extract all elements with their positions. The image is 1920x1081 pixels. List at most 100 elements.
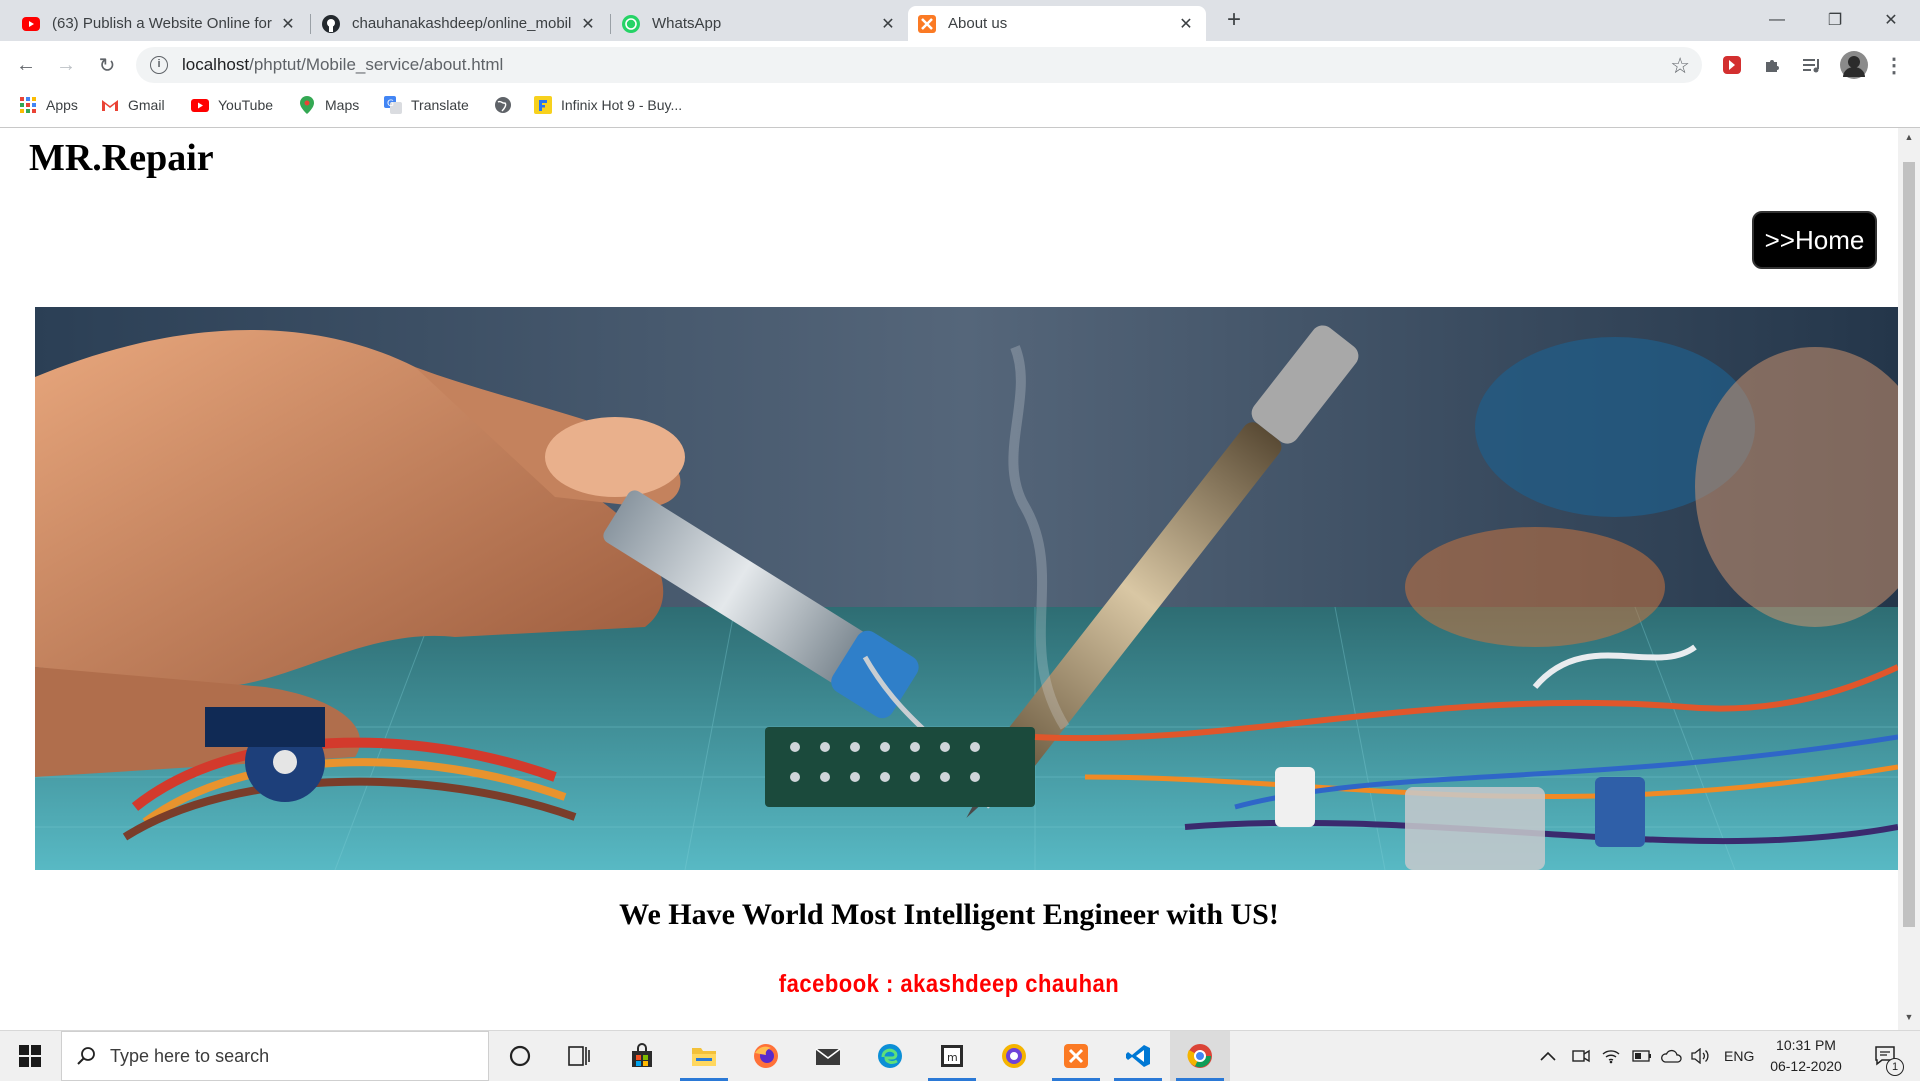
bookmark-infinix[interactable]: Infinix Hot 9 - Buy... — [534, 89, 682, 121]
tab-title: (63) Publish a Website Online for — [52, 15, 272, 32]
bookmark-label: YouTube — [218, 97, 274, 113]
bookmark-gmail[interactable]: Gmail — [101, 89, 165, 121]
cortana-icon[interactable] — [490, 1031, 550, 1081]
address-bar[interactable]: i localhost/phptut/Mobile_service/about.… — [136, 47, 1702, 83]
media-queue-icon[interactable] — [1800, 53, 1824, 77]
tagline: We Have World Most Intelligent Engineer … — [619, 898, 1279, 931]
brave-wallet-icon[interactable] — [984, 1031, 1044, 1081]
maps-icon — [298, 96, 316, 114]
bookmark-label: Apps — [46, 97, 78, 113]
tab-title: chauhanakashdeep/online_mobil — [352, 15, 572, 32]
url-path: /phptut/Mobile_service/about.html — [249, 55, 504, 74]
more-menu-icon[interactable]: ⋮ — [1882, 53, 1906, 77]
vertical-scrollbar[interactable]: ▲ ▼ — [1898, 128, 1920, 1030]
youtube-icon — [22, 15, 40, 33]
flipkart-icon — [534, 96, 552, 114]
back-arrow-icon[interactable]: ← — [10, 49, 42, 81]
show-hidden-icons-button[interactable] — [1540, 1031, 1556, 1081]
scroll-down-icon[interactable]: ▼ — [1903, 1012, 1915, 1026]
address-url[interactable]: localhost/phptut/Mobile_service/about.ht… — [182, 55, 503, 75]
avatar[interactable] — [1840, 51, 1868, 79]
bookmark-label: Translate — [411, 97, 469, 113]
forward-arrow-icon[interactable]: → — [50, 49, 82, 81]
clock-date: 06-12-2020 — [1770, 1058, 1842, 1074]
hero-image — [35, 307, 1898, 870]
tab-whatsapp[interactable]: WhatsApp ✕ — [612, 6, 908, 41]
facebook-credit: facebook : akashdeep chauhan — [778, 969, 1120, 998]
info-icon[interactable]: i — [150, 56, 168, 74]
youtube-icon — [191, 96, 209, 114]
site-brand: MR.Repair — [29, 137, 214, 179]
file-explorer-icon[interactable] — [674, 1031, 734, 1081]
close-window-button[interactable]: ✕ — [1862, 0, 1920, 40]
taskbar: Type here to search m ENG 10:31 PM 06-12… — [0, 1030, 1920, 1081]
chrome-icon[interactable] — [1170, 1031, 1230, 1081]
tab-youtube[interactable]: (63) Publish a Website Online for ✕ — [12, 6, 308, 41]
bookmark-label: Gmail — [128, 97, 165, 113]
github-icon — [322, 14, 340, 33]
tab-divider — [610, 14, 611, 34]
notification-center-button[interactable]: 1 — [1866, 1031, 1906, 1081]
bookmark-label: Maps — [325, 97, 360, 113]
vscode-icon[interactable] — [1108, 1031, 1168, 1081]
url-host: localhost — [182, 55, 250, 74]
task-view-icon[interactable] — [550, 1031, 610, 1081]
home-button[interactable]: >>Home — [1752, 211, 1877, 269]
taskbar-search[interactable]: Type here to search — [61, 1031, 489, 1081]
close-icon[interactable]: ✕ — [1176, 14, 1196, 34]
tab-title: WhatsApp — [652, 15, 722, 32]
whatsapp-icon — [622, 14, 640, 33]
close-icon[interactable]: ✕ — [878, 14, 898, 34]
restore-button[interactable]: ❐ — [1806, 0, 1864, 40]
input-language[interactable]: ENG — [1724, 1031, 1754, 1081]
store-icon[interactable] — [612, 1031, 672, 1081]
xampp-icon — [918, 14, 936, 33]
xampp-icon[interactable] — [1046, 1031, 1106, 1081]
globe-icon — [494, 96, 512, 114]
scroll-thumb[interactable] — [1903, 162, 1915, 927]
browser-toolbar: ← → ↻ i localhost/phptut/Mobile_service/… — [0, 41, 1920, 89]
bookmarks-bar: Apps Gmail YouTube Maps G Translate Infi… — [0, 89, 1920, 128]
edge-icon[interactable] — [860, 1031, 920, 1081]
volume-icon[interactable] — [1690, 1031, 1710, 1081]
bookmark-youtube[interactable]: YouTube — [191, 89, 273, 121]
close-icon[interactable]: ✕ — [278, 14, 298, 34]
tab-strip: (63) Publish a Website Online for ✕ chau… — [0, 0, 1920, 41]
extension-red-icon[interactable] — [1720, 53, 1744, 77]
minimize-button[interactable]: — — [1748, 0, 1806, 40]
onedrive-cloud-icon[interactable] — [1660, 1031, 1682, 1081]
windows-start-button[interactable] — [0, 1031, 60, 1081]
gmail-icon — [101, 96, 119, 114]
tab-about-us[interactable]: About us ✕ — [908, 6, 1206, 41]
battery-icon[interactable] — [1632, 1031, 1652, 1081]
tab-divider — [310, 14, 311, 34]
tab-github[interactable]: chauhanakashdeep/online_mobil ✕ — [312, 6, 608, 41]
new-tab-button[interactable]: + — [1220, 6, 1248, 34]
bookmark-apps[interactable]: Apps — [19, 89, 78, 121]
meet-now-icon[interactable] — [1572, 1031, 1590, 1081]
tab-title: About us — [948, 15, 1008, 32]
bookmark-globe[interactable] — [494, 89, 521, 121]
search-placeholder: Type here to search — [110, 1045, 270, 1066]
search-icon — [76, 1046, 96, 1066]
mail-icon[interactable] — [798, 1031, 858, 1081]
apps-grid-icon — [19, 96, 37, 114]
bookmark-maps[interactable]: Maps — [298, 89, 359, 121]
reload-icon[interactable]: ↻ — [91, 49, 123, 81]
notification-badge: 1 — [1886, 1058, 1904, 1076]
puzzle-icon[interactable] — [1760, 53, 1784, 77]
scroll-up-icon[interactable]: ▲ — [1903, 132, 1915, 146]
clock-time: 10:31 PM — [1776, 1037, 1836, 1053]
windows-logo-icon — [19, 1045, 41, 1067]
app-editor-icon[interactable]: m — [922, 1031, 982, 1081]
svg-text:m: m — [947, 1051, 958, 1064]
star-icon[interactable]: ☆ — [1670, 53, 1690, 79]
translate-icon: G — [384, 96, 402, 114]
page-viewport: MR.Repair >>Home We Have World Most Inte… — [0, 128, 1898, 1030]
system-clock[interactable]: 10:31 PM 06-12-2020 — [1762, 1035, 1850, 1077]
firefox-icon[interactable] — [736, 1031, 796, 1081]
close-icon[interactable]: ✕ — [578, 14, 598, 34]
svg-text:G: G — [387, 99, 394, 109]
bookmark-translate[interactable]: G Translate — [384, 89, 469, 121]
wifi-icon[interactable] — [1602, 1031, 1620, 1081]
